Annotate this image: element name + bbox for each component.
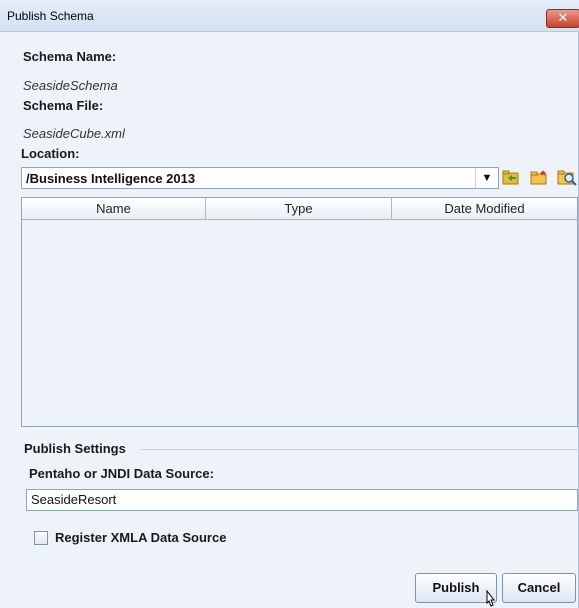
- location-label: Location:: [21, 146, 80, 161]
- publish-schema-dialog: Publish Schema ✕ Schema Name: SeasideSch…: [0, 0, 579, 608]
- register-xmla-checkbox[interactable]: [34, 531, 48, 545]
- group-divider: [140, 449, 579, 450]
- datasource-label: Pentaho or JNDI Data Source:: [29, 466, 214, 481]
- dialog-title: Publish Schema: [7, 9, 94, 23]
- close-button[interactable]: ✕: [546, 9, 579, 28]
- datasource-input[interactable]: SeasideResort: [26, 489, 578, 511]
- refresh-folder-icon[interactable]: [502, 169, 520, 186]
- schema-file-value: SeasideCube.xml: [23, 126, 125, 141]
- publish-settings-title: Publish Settings: [24, 441, 130, 456]
- new-folder-icon[interactable]: [530, 169, 548, 186]
- column-header-type[interactable]: Type: [206, 198, 392, 219]
- browse-folder-icon[interactable]: [557, 169, 579, 186]
- cancel-button[interactable]: Cancel: [502, 573, 576, 603]
- chevron-down-icon: ▼: [481, 172, 493, 184]
- close-icon: ✕: [557, 10, 569, 25]
- file-browser-table[interactable]: Name Type Date Modified: [21, 197, 578, 427]
- register-xmla-label[interactable]: Register XMLA Data Source: [55, 530, 226, 545]
- schema-name-value: SeasideSchema: [23, 78, 118, 93]
- location-value: /Business Intelligence 2013: [26, 171, 196, 186]
- column-header-name[interactable]: Name: [22, 198, 206, 219]
- schema-file-label: Schema File:: [23, 98, 104, 113]
- column-header-date-modified[interactable]: Date Modified: [392, 198, 577, 219]
- dropdown-arrow-icon[interactable]: ▼: [475, 168, 498, 188]
- title-bar: Publish Schema ✕: [0, 0, 579, 32]
- location-combobox[interactable]: /Business Intelligence 2013 ▼: [21, 167, 499, 189]
- table-header: Name Type Date Modified: [22, 198, 577, 220]
- schema-name-label: Schema Name:: [23, 49, 117, 64]
- mouse-cursor-icon: [486, 589, 496, 607]
